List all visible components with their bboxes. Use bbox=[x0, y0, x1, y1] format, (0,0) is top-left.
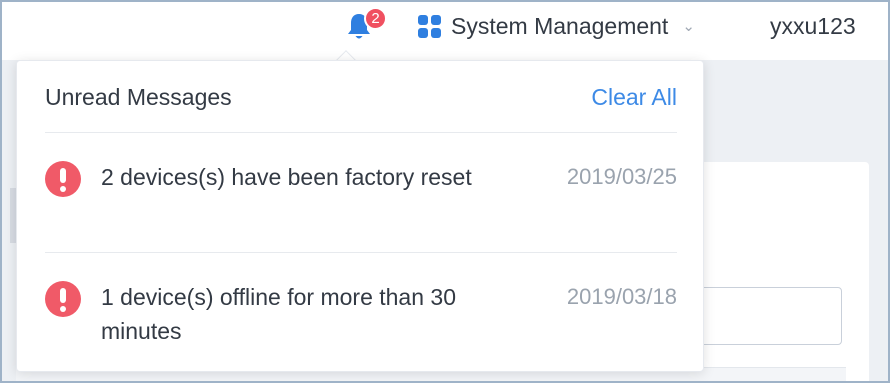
message-text: 1 device(s) offline for more than 30 min… bbox=[101, 284, 456, 344]
message-item[interactable]: 1 device(s) offline for more than 30 min… bbox=[45, 253, 677, 373]
window-frame: 2 System Management ⌄ yxxu123 Unread Mes… bbox=[0, 0, 890, 383]
unread-messages-popover: Unread Messages Clear All 2 devices(s) h… bbox=[16, 60, 704, 372]
top-bar: 2 System Management ⌄ yxxu123 bbox=[2, 2, 888, 60]
notification-badge: 2 bbox=[364, 7, 387, 30]
notifications-button[interactable]: 2 bbox=[345, 7, 387, 44]
alert-icon bbox=[45, 161, 81, 197]
system-management-label: System Management bbox=[451, 12, 669, 39]
alert-icon bbox=[45, 281, 81, 317]
system-management-menu[interactable]: System Management ⌄ bbox=[418, 11, 695, 41]
message-text: 2 devices(s) have been factory reset bbox=[101, 164, 472, 190]
popover-header: Unread Messages Clear All bbox=[45, 81, 677, 133]
user-menu[interactable]: yxxu123 bbox=[770, 11, 856, 41]
chevron-down-icon: ⌄ bbox=[682, 18, 695, 35]
message-date: 2019/03/18 bbox=[566, 284, 677, 309]
background-input[interactable] bbox=[692, 287, 842, 345]
clear-all-link[interactable]: Clear All bbox=[591, 81, 677, 113]
message-item[interactable]: 2 devices(s) have been factory reset 201… bbox=[45, 133, 677, 253]
message-date: 2019/03/25 bbox=[566, 164, 677, 189]
grid-icon bbox=[418, 14, 441, 38]
popover-title: Unread Messages bbox=[45, 84, 232, 110]
